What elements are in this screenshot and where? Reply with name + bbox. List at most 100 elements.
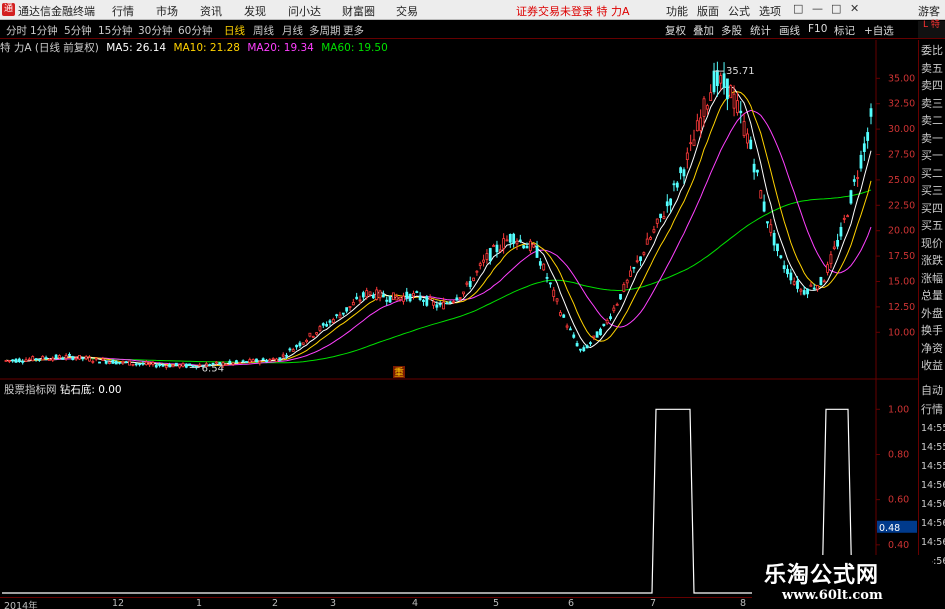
period-1min[interactable]: 1分钟 bbox=[30, 23, 58, 38]
candle bbox=[17, 357, 21, 363]
current-stock: 特 力A bbox=[596, 5, 630, 18]
candle bbox=[138, 363, 141, 367]
event-marker[interactable]: 重 bbox=[393, 366, 405, 379]
period-weekly[interactable]: 周线 bbox=[253, 23, 274, 38]
add-favorite-button[interactable]: +自选 bbox=[864, 23, 894, 38]
login-warning: 证券交易未登录 特 力A bbox=[516, 3, 630, 19]
menu-wealth-circle[interactable]: 财富圈 bbox=[342, 3, 375, 19]
tick-panel-label[interactable]: 行情 bbox=[921, 403, 945, 416]
chart-info-bar: 特 力A (日线 前复权) MA5: 26.14 MA10: 21.28 MA2… bbox=[0, 40, 392, 54]
multi-stock-button[interactable]: 多股 bbox=[721, 23, 742, 38]
candle bbox=[241, 359, 245, 363]
candle bbox=[338, 311, 342, 319]
restore-icon[interactable]: □ bbox=[793, 2, 803, 15]
quote-field-label: 卖五 bbox=[921, 61, 943, 75]
candle bbox=[759, 189, 763, 199]
period-monthly[interactable]: 月线 bbox=[282, 23, 303, 38]
candle bbox=[41, 355, 45, 361]
price-tick-label: 32.50 bbox=[888, 99, 915, 110]
tick-time: 14:56 bbox=[921, 499, 945, 510]
candle bbox=[612, 305, 616, 314]
candle bbox=[315, 332, 319, 336]
period-5min[interactable]: 5分钟 bbox=[64, 23, 92, 38]
candle bbox=[415, 290, 419, 294]
date-tick-label: 8 bbox=[740, 598, 747, 609]
quote-field-label: 涨幅 bbox=[921, 271, 943, 285]
candle bbox=[719, 72, 723, 91]
candle bbox=[408, 293, 412, 303]
period-60min[interactable]: 60分钟 bbox=[178, 23, 212, 38]
candle bbox=[528, 238, 532, 254]
candle bbox=[836, 233, 840, 250]
candle bbox=[455, 294, 459, 301]
quote-field-label: 委比 bbox=[921, 44, 943, 57]
menu-trade[interactable]: 交易 bbox=[396, 3, 418, 19]
menu-function[interactable]: 功能 bbox=[666, 3, 688, 19]
overlay-button[interactable]: 叠加 bbox=[693, 23, 714, 38]
date-tick-label: 5 bbox=[493, 598, 500, 609]
candle bbox=[245, 361, 248, 364]
candle bbox=[665, 194, 669, 213]
maximize-icon[interactable]: □ bbox=[831, 2, 841, 15]
period-more[interactable]: 更多 bbox=[343, 23, 364, 38]
candle bbox=[609, 313, 612, 321]
menu-formula[interactable]: 公式 bbox=[728, 3, 750, 19]
close-icon[interactable]: ✕ bbox=[850, 2, 859, 15]
period-minute-chart[interactable]: 分时 bbox=[6, 23, 27, 38]
period-15min[interactable]: 15分钟 bbox=[98, 23, 132, 38]
candle bbox=[171, 364, 175, 368]
candle bbox=[742, 113, 746, 138]
candle bbox=[104, 360, 108, 365]
candle bbox=[11, 359, 15, 363]
kline-chart[interactable]: 35.00 32.50 30.00 27.50 25.00 22.50 20.00 17.50… bbox=[0, 40, 918, 380]
candle bbox=[422, 298, 425, 306]
adjust-button[interactable]: 复权 bbox=[665, 23, 686, 38]
svg-text:0.48: 0.48 bbox=[879, 523, 900, 534]
candle bbox=[335, 313, 339, 319]
f10-button[interactable]: F10 bbox=[808, 23, 827, 35]
period-daily[interactable]: 日线 bbox=[224, 23, 245, 38]
mark-button[interactable]: 标记 bbox=[834, 23, 855, 38]
draw-line-button[interactable]: 画线 bbox=[779, 23, 800, 38]
candle bbox=[715, 61, 719, 97]
candle bbox=[255, 358, 258, 363]
menu-options[interactable]: 选项 bbox=[759, 3, 781, 19]
menu-ask-xiaoda[interactable]: 问小达 bbox=[288, 3, 321, 19]
candle bbox=[318, 324, 322, 333]
candle bbox=[615, 302, 619, 306]
menu-layout[interactable]: 版面 bbox=[697, 3, 719, 19]
candle bbox=[675, 181, 679, 191]
minimize-icon[interactable]: — bbox=[812, 2, 823, 15]
candle bbox=[81, 357, 85, 362]
period-30min[interactable]: 30分钟 bbox=[138, 23, 172, 38]
candle bbox=[388, 295, 392, 303]
candle bbox=[498, 244, 502, 253]
quote-field-label: 总量 bbox=[921, 289, 943, 302]
candle bbox=[281, 352, 285, 359]
candle bbox=[659, 213, 663, 223]
candle bbox=[301, 342, 305, 346]
candle bbox=[265, 358, 268, 363]
candle bbox=[462, 291, 465, 297]
candle bbox=[235, 359, 238, 364]
price-tick-label: 22.50 bbox=[888, 200, 915, 211]
candle bbox=[385, 296, 389, 306]
candle bbox=[508, 233, 512, 248]
indicator-tick-label: 0.40 bbox=[888, 540, 909, 551]
menu-discover[interactable]: 发现 bbox=[244, 3, 266, 19]
price-tick-label: 10.00 bbox=[888, 327, 915, 338]
menu-market[interactable]: 市场 bbox=[156, 3, 178, 19]
tick-panel-label[interactable]: 自动 bbox=[921, 384, 945, 397]
guest-label[interactable]: 游客 bbox=[918, 3, 940, 19]
candle bbox=[438, 300, 442, 308]
ma20-label: MA20: 19.34 bbox=[247, 42, 314, 54]
statistics-button[interactable]: 统计 bbox=[750, 23, 771, 38]
period-multi[interactable]: 多周期 bbox=[309, 23, 341, 38]
tick-time: 14:55 bbox=[921, 423, 945, 434]
candle bbox=[178, 364, 182, 369]
menu-quotes[interactable]: 行情 bbox=[112, 3, 134, 19]
indicator-current-value: 0.48 bbox=[877, 520, 917, 534]
candle bbox=[692, 129, 696, 147]
menu-news[interactable]: 资讯 bbox=[200, 3, 222, 19]
candle bbox=[569, 326, 572, 331]
